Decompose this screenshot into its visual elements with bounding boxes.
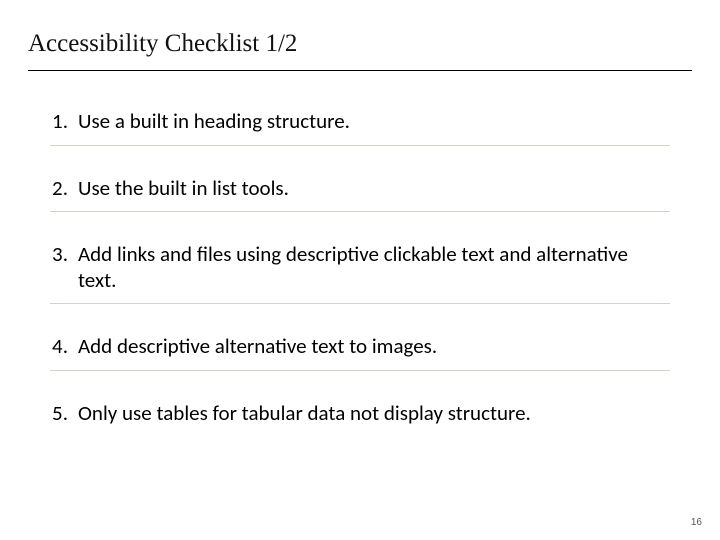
list-item-number: 4. [50,334,78,360]
list-item-number: 2. [50,176,78,202]
list-item-text: Add links and files using descriptive cl… [78,242,670,293]
list-item: 1. Use a built in heading structure. [50,101,670,146]
list-item-number: 1. [50,109,78,135]
checklist: 1. Use a built in heading structure. 2. … [0,71,720,437]
slide-title: Accessibility Checklist 1/2 [28,30,692,58]
page-number: 16 [691,517,702,528]
list-item: 2. Use the built in list tools. [50,168,670,213]
list-item: 5. Only use tables for tabular data not … [50,393,670,437]
title-area: Accessibility Checklist 1/2 [0,0,720,64]
list-item-text: Add descriptive alternative text to imag… [78,334,670,360]
list-item-text: Use the built in list tools. [78,176,670,202]
list-item: 4. Add descriptive alternative text to i… [50,326,670,371]
list-item: 3. Add links and files using descriptive… [50,234,670,304]
list-item-text: Only use tables for tabular data not dis… [78,401,670,427]
list-item-number: 5. [50,401,78,427]
slide: Accessibility Checklist 1/2 1. Use a bui… [0,0,720,540]
list-item-number: 3. [50,242,78,268]
list-item-text: Use a built in heading structure. [78,109,670,135]
